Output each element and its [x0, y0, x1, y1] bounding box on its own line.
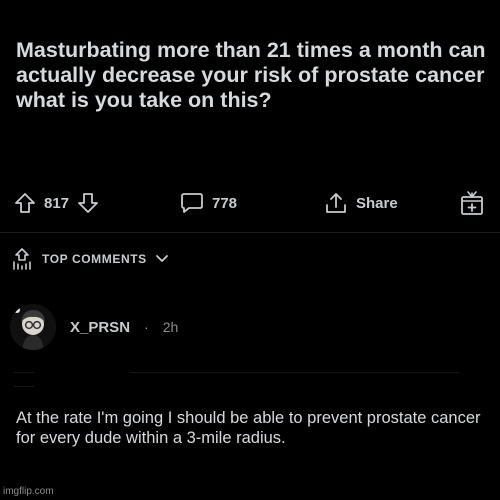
- chevron-down-icon: [155, 255, 168, 262]
- upvote-button[interactable]: 817: [14, 188, 99, 218]
- post-title[interactable]: Masturbating more than 21 times a month …: [16, 38, 486, 113]
- share-button[interactable]: Share: [324, 188, 398, 218]
- comment-bubble-icon: [181, 193, 203, 213]
- share-icon: [326, 193, 346, 213]
- avatar-character-icon: [10, 304, 56, 350]
- comment-count: 778: [212, 194, 238, 212]
- faint-divider: [130, 372, 460, 373]
- share-label: Share: [356, 194, 398, 212]
- post-action-bar: 817 778 Share: [14, 188, 490, 218]
- comments-button[interactable]: 778: [180, 188, 237, 218]
- top-comments-label: TOP COMMENTS: [42, 252, 147, 266]
- top-comments-rocket-icon: [13, 248, 31, 270]
- comment-body: At the rate I'm going I should be able t…: [16, 409, 481, 447]
- comment-sort-dropdown[interactable]: TOP COMMENTS: [10, 246, 169, 272]
- comment-username[interactable]: X_PRSN: [70, 319, 130, 336]
- faint-divider: [14, 372, 34, 373]
- section-divider: [0, 232, 500, 233]
- watermark: imgflip.com: [3, 486, 54, 497]
- downvote-arrow-icon[interactable]: [77, 192, 99, 214]
- award-button[interactable]: [460, 188, 484, 218]
- award-gift-icon: [461, 191, 483, 215]
- avatar[interactable]: [10, 304, 56, 350]
- comment-header: X_PRSN · 2h: [10, 302, 178, 352]
- separator-dot: ·: [144, 319, 149, 335]
- upvote-arrow-icon[interactable]: [14, 192, 36, 214]
- faint-divider: [14, 386, 34, 387]
- vote-count: 817: [44, 194, 70, 212]
- comment-age: 2h: [162, 319, 179, 335]
